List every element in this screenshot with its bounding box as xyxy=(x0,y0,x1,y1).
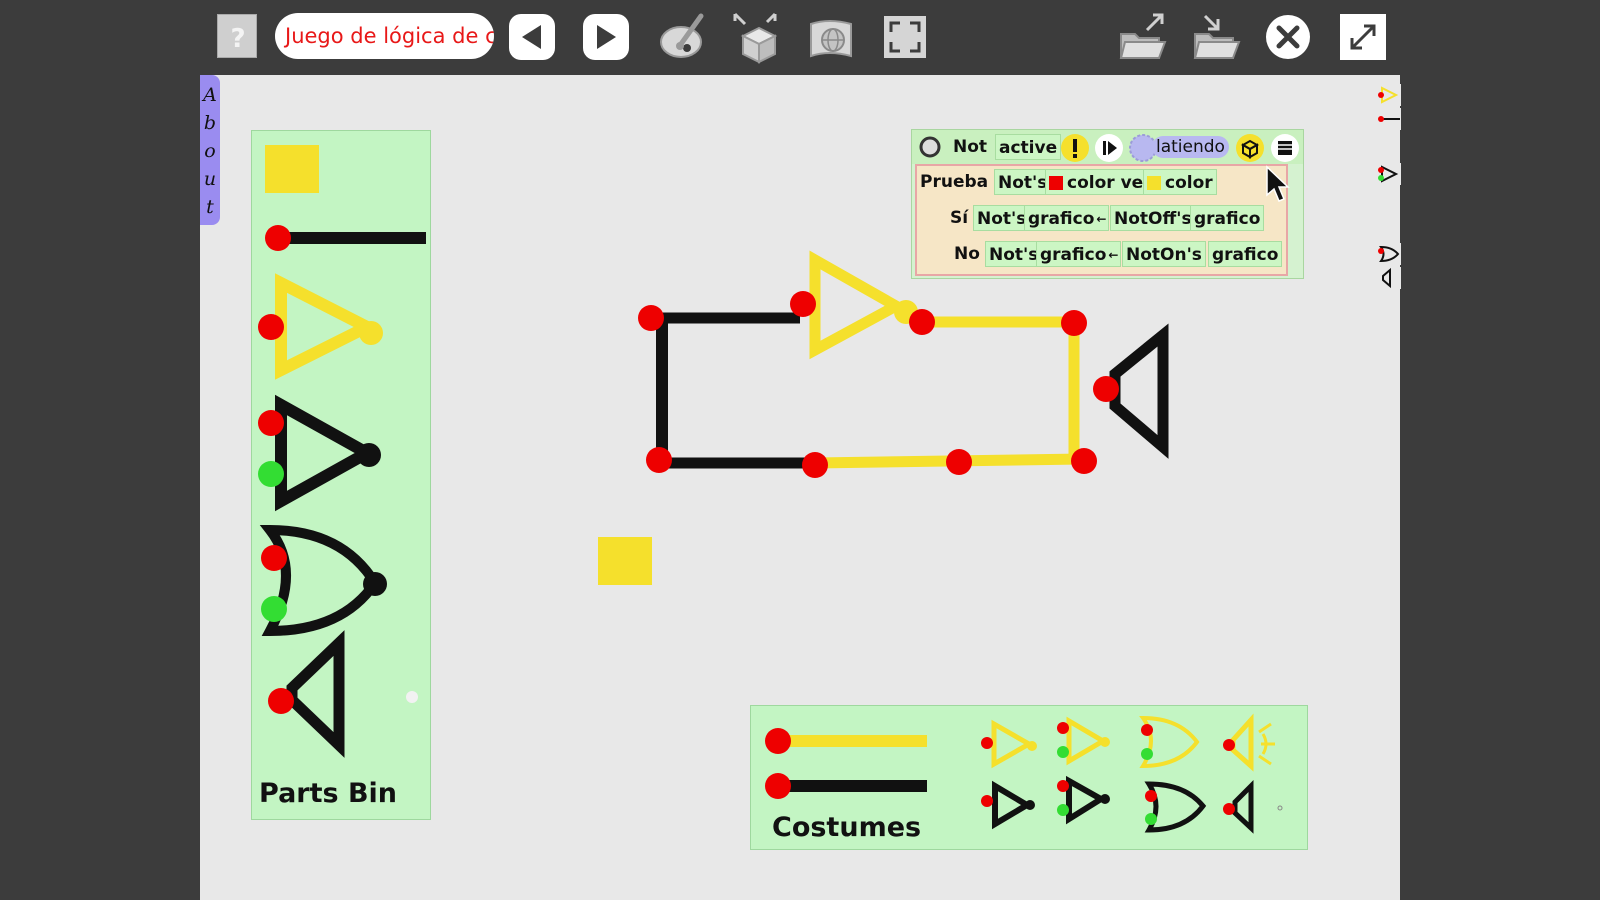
script-collapse-button[interactable] xyxy=(918,135,942,159)
triangle-left-icon xyxy=(522,25,541,49)
thumbnail-speaker[interactable] xyxy=(1377,267,1401,289)
test-object-tile[interactable]: Not's xyxy=(994,169,1052,195)
test-color-label-a: color ve xyxy=(1067,173,1144,193)
flap-thumbnails xyxy=(1377,84,1401,289)
parts-bin-items xyxy=(258,145,426,758)
globe-icon xyxy=(810,20,852,58)
part-speaker[interactable] xyxy=(268,630,418,758)
test-label: Prueba xyxy=(920,172,989,192)
supplies-box-icon xyxy=(733,12,778,64)
script-body: Prueba Not's color ve color Sí Not's gra… xyxy=(915,164,1288,276)
about-letter: b xyxy=(203,112,217,134)
expand-icon xyxy=(1350,24,1376,50)
expand-button[interactable] xyxy=(1340,14,1386,60)
costume-speaker-black[interactable] xyxy=(1223,779,1283,834)
costumes-panel[interactable]: Costumes xyxy=(750,705,1308,850)
assign-arrow-icon: ← xyxy=(1096,212,1107,226)
no-slot-tile[interactable]: grafico ← xyxy=(1036,241,1122,267)
costume-or-black[interactable] xyxy=(1144,781,1207,833)
right-strip xyxy=(1377,75,1600,900)
about-letter: o xyxy=(204,140,216,162)
yes-source-tile[interactable]: NotOff's xyxy=(1110,205,1196,231)
svg-text:?: ? xyxy=(230,24,245,54)
step-icon[interactable] xyxy=(1094,133,1124,163)
alert-icon[interactable] xyxy=(1060,133,1090,163)
costume-and-black[interactable] xyxy=(1057,775,1110,825)
script-viewer[interactable]: Not active latiendo Prueba Not's color v… xyxy=(911,129,1304,279)
assign-arrow-icon: ← xyxy=(1108,248,1119,262)
test-color-tile-b[interactable]: color xyxy=(1143,169,1217,195)
costume-not-black[interactable] xyxy=(981,780,1035,830)
yes-slot-label: grafico xyxy=(1028,209,1095,229)
yes-source-slot-tile[interactable]: grafico xyxy=(1190,205,1265,231)
part-buffer-gate[interactable] xyxy=(258,273,383,380)
yes-label: Sí xyxy=(950,208,969,228)
toolbar: ? Juego de lógica de c xyxy=(0,0,1600,75)
part-yellow-square[interactable] xyxy=(265,145,319,193)
test-color-tile-a[interactable]: color ve xyxy=(1045,169,1148,195)
about-flap[interactable]: A b o u t xyxy=(200,75,220,225)
paint-palette-icon xyxy=(660,13,704,58)
close-icon xyxy=(1266,15,1310,59)
previous-project-button[interactable] xyxy=(509,14,555,60)
yellow-swatch xyxy=(1147,176,1161,190)
thumbnail-and-gate[interactable] xyxy=(1377,163,1401,185)
red-swatch xyxy=(1049,176,1063,190)
save-project-button[interactable] xyxy=(1191,10,1245,64)
about-letter: A xyxy=(203,84,217,106)
no-source-tile[interactable]: NotOn's xyxy=(1122,241,1206,267)
paint-button[interactable] xyxy=(657,10,711,64)
part-and-gate[interactable] xyxy=(258,394,381,512)
fullscreen-icon xyxy=(884,16,926,58)
menu-icon[interactable] xyxy=(1270,133,1300,163)
language-button[interactable] xyxy=(805,10,859,64)
costumes-title: Costumes xyxy=(772,812,922,843)
close-button[interactable] xyxy=(1265,14,1311,60)
help-icon: ? xyxy=(230,24,245,54)
costume-not-yellow[interactable] xyxy=(981,719,1037,769)
yes-slot-tile[interactable]: grafico ← xyxy=(1024,205,1110,231)
test-color-label-b: color xyxy=(1165,173,1213,193)
no-target-tile[interactable]: Not's xyxy=(985,241,1043,267)
about-letter: t xyxy=(206,196,214,218)
mouse-cursor-icon xyxy=(1266,165,1290,202)
help-button[interactable]: ? xyxy=(217,14,257,58)
parts-bin[interactable]: Parts Bin xyxy=(251,130,431,820)
parts-bin-title: Parts Bin xyxy=(259,778,398,809)
script-header: Not active latiendo xyxy=(912,130,1303,164)
triangle-right-icon xyxy=(597,25,616,49)
no-source-slot-tile[interactable]: grafico xyxy=(1208,241,1283,267)
script-status-tile[interactable]: active xyxy=(995,134,1062,160)
costume-speaker-yellow[interactable] xyxy=(1223,713,1275,772)
costume-wire-yellow[interactable] xyxy=(765,728,927,754)
folder-save-icon xyxy=(1193,14,1241,59)
costume-and-yellow[interactable] xyxy=(1057,716,1110,766)
part-wire[interactable] xyxy=(265,225,426,251)
folder-open-icon xyxy=(1119,13,1167,59)
supplies-button[interactable] xyxy=(731,10,785,64)
cube-icon[interactable] xyxy=(1235,133,1265,163)
ticking-status-button[interactable]: latiendo xyxy=(1152,136,1229,158)
fullscreen-button[interactable] xyxy=(880,12,930,62)
costume-wire-black[interactable] xyxy=(765,773,927,799)
no-slot-label: grafico xyxy=(1040,245,1107,265)
thumbnail-wire[interactable] xyxy=(1377,108,1401,130)
no-label: No xyxy=(954,244,980,264)
thumbnail-not-gate[interactable] xyxy=(1377,84,1401,106)
yes-target-tile[interactable]: Not's xyxy=(973,205,1031,231)
about-letter: u xyxy=(203,168,217,190)
load-project-button[interactable] xyxy=(1117,10,1171,64)
thumbnail-or-gate[interactable] xyxy=(1377,243,1401,265)
project-name-field[interactable]: Juego de lógica de c xyxy=(275,13,494,59)
part-or-gate[interactable] xyxy=(259,524,387,637)
canvas-yellow-square[interactable] xyxy=(598,537,652,585)
script-object-name: Not xyxy=(953,137,988,157)
next-project-button[interactable] xyxy=(583,14,629,60)
costume-or-yellow[interactable] xyxy=(1139,715,1200,769)
